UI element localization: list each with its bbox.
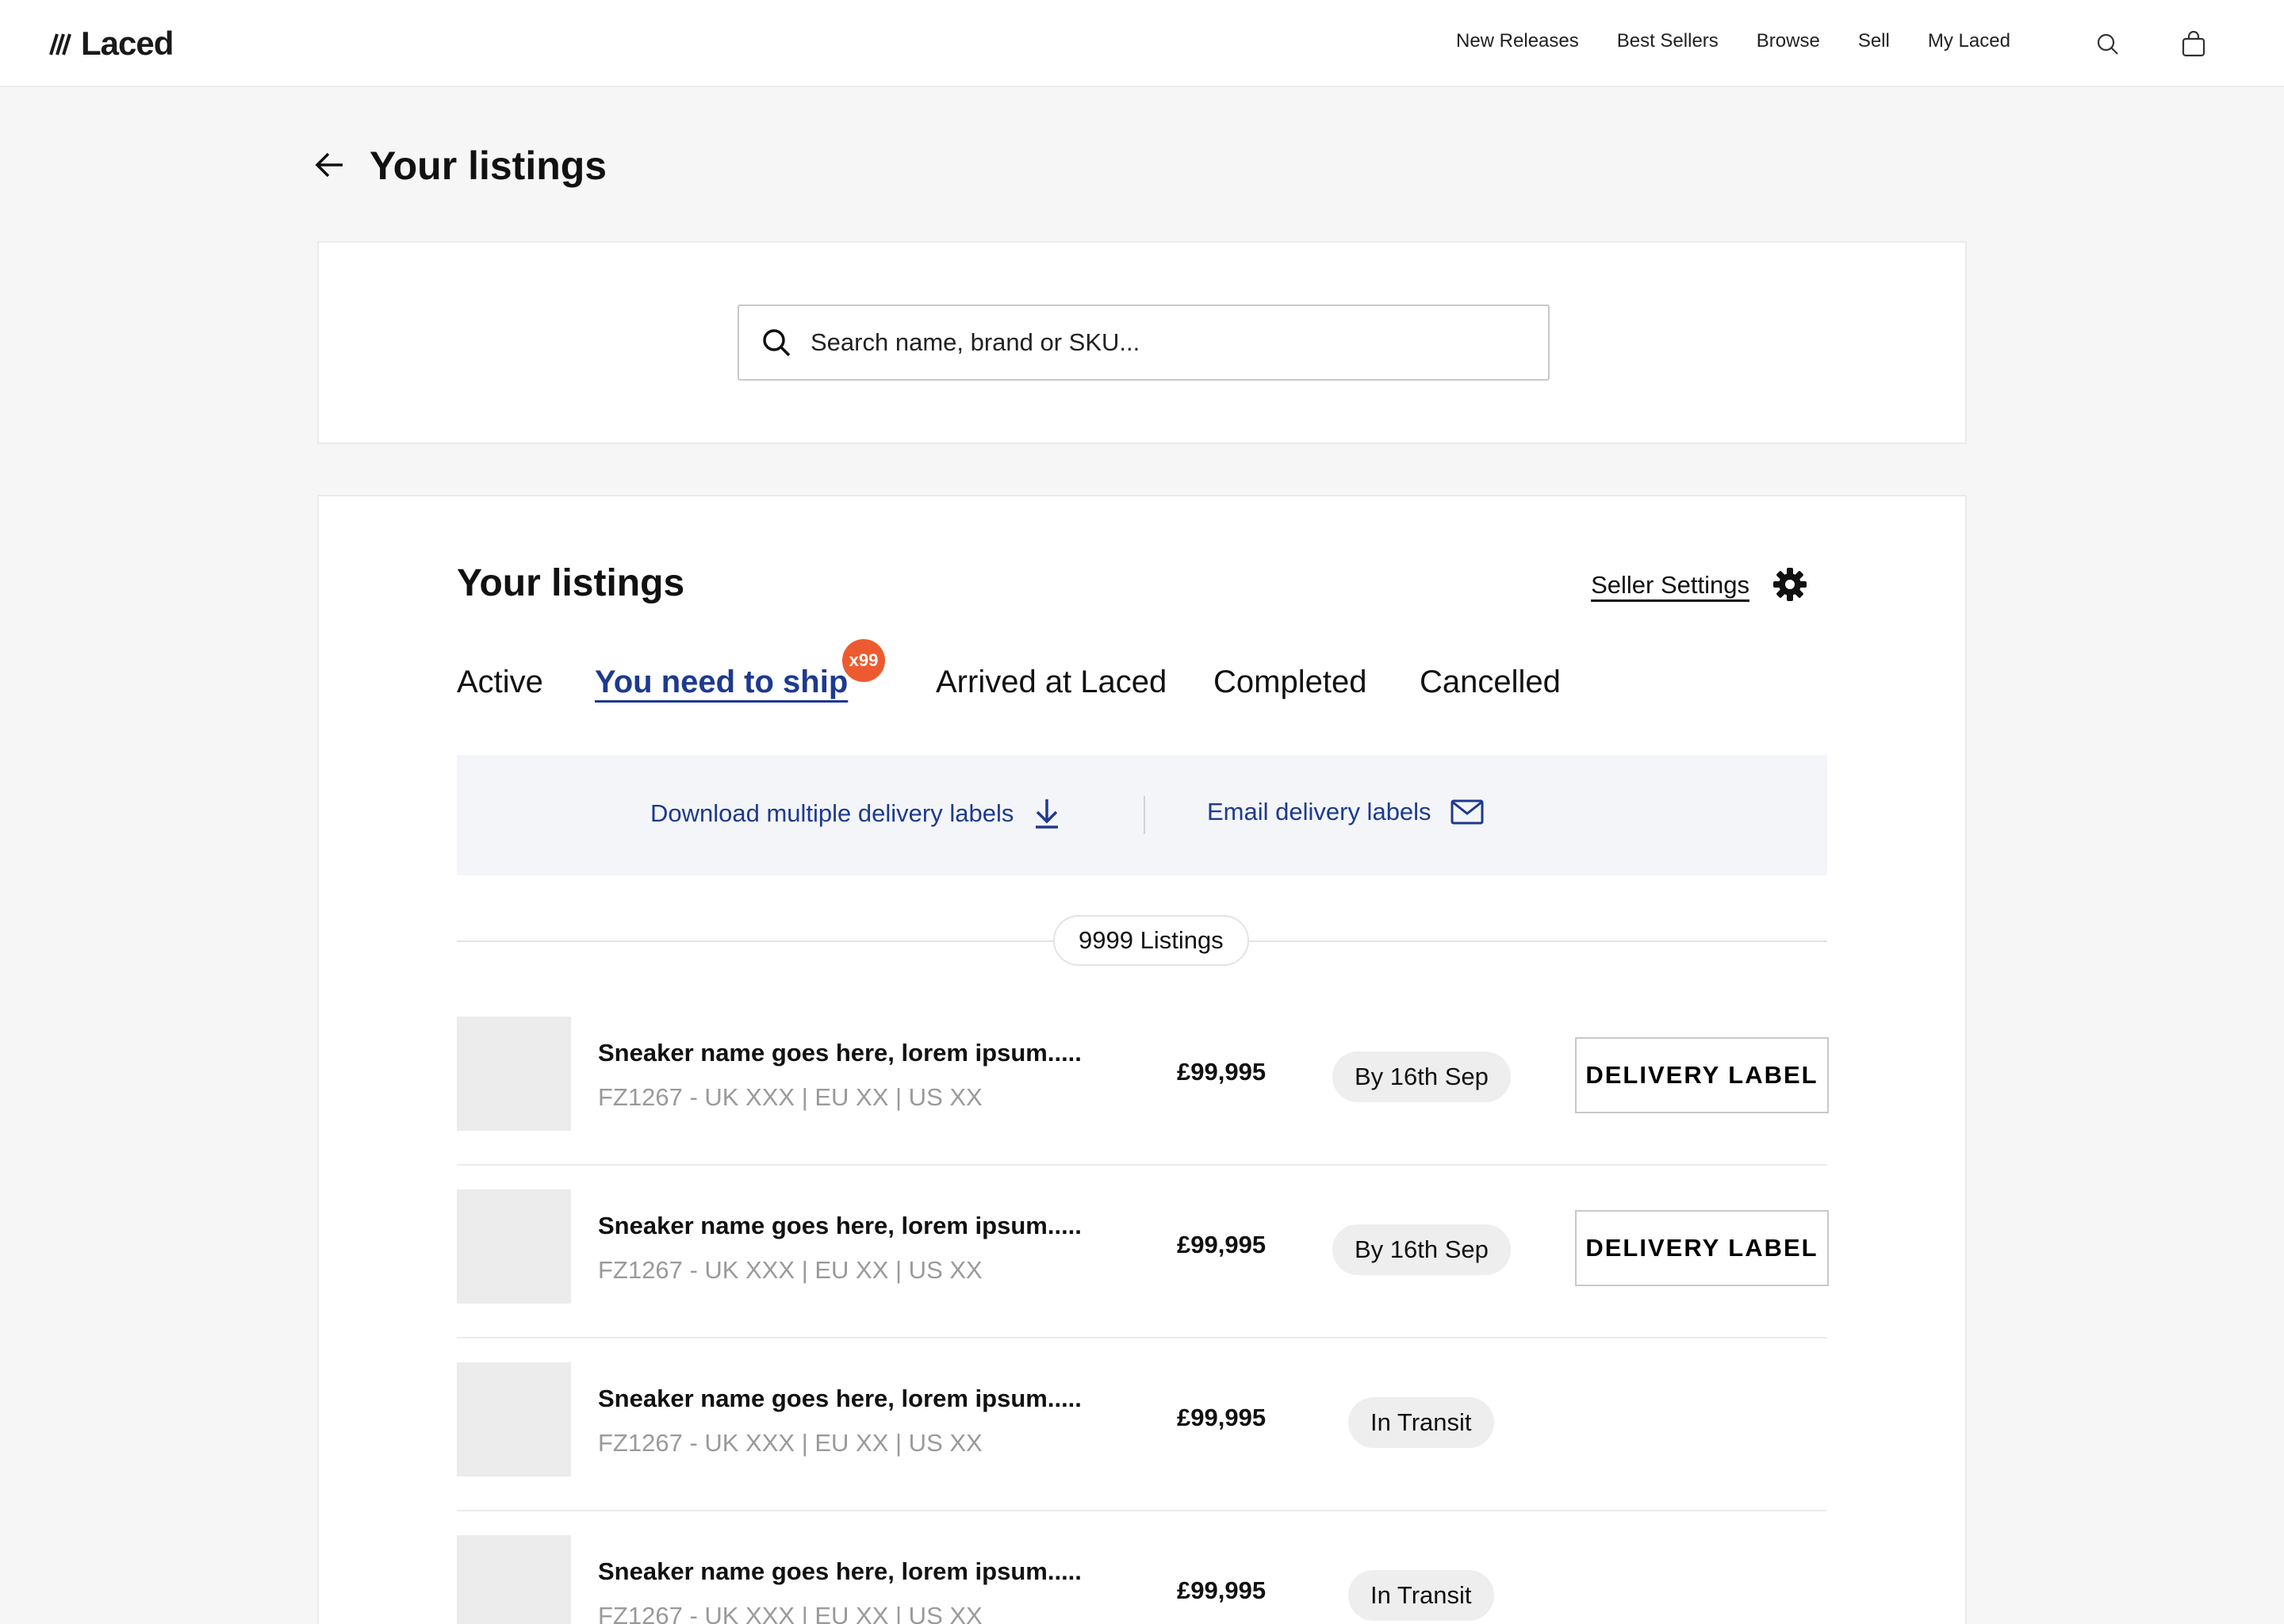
- search-input[interactable]: [811, 328, 1508, 357]
- logo-text: Laced: [81, 25, 174, 62]
- download-icon: [1036, 799, 1059, 829]
- product-thumbnail: [457, 1535, 571, 1624]
- main-nav: New Releases Best Sellers Browse Sell My…: [1456, 30, 2010, 52]
- email-labels-label: Email delivery labels: [1207, 798, 1431, 825]
- listing-row[interactable]: Sneaker name goes here, lorem ipsum.....…: [457, 1166, 1829, 1339]
- tab-you-need-to-ship[interactable]: You need to ship: [595, 665, 848, 700]
- listings-card: Your listings Seller Settings Active You…: [317, 495, 1967, 1624]
- product-thumbnail: [457, 1362, 571, 1477]
- bag-icon[interactable]: [2178, 29, 2209, 60]
- product-name: Sneaker name goes here, lorem ipsum.....: [598, 1039, 1082, 1067]
- product-price: £99,995: [1177, 1231, 1267, 1258]
- status-badge: In Transit: [1348, 1570, 1494, 1621]
- tab-arrived-at-laced[interactable]: Arrived at Laced: [936, 665, 1167, 700]
- product-thumbnail: [457, 1189, 571, 1304]
- nav-browse[interactable]: Browse: [1757, 30, 1820, 52]
- seller-settings-link[interactable]: Seller Settings: [1591, 571, 1749, 599]
- product-sku: FZ1267 - UK XXX | EU XX | US XX: [598, 1083, 983, 1111]
- back-button[interactable]: [314, 149, 349, 181]
- delivery-label-button[interactable]: DELIVERY LABEL: [1575, 1210, 1829, 1286]
- product-price: £99,995: [1177, 1404, 1267, 1431]
- product-sku: FZ1267 - UK XXX | EU XX | US XX: [598, 1429, 983, 1457]
- label-actions-bar: Download multiple delivery labels Email …: [457, 755, 1827, 875]
- tab-completed[interactable]: Completed: [1213, 665, 1366, 700]
- email-labels-button[interactable]: Email delivery labels: [1207, 798, 1484, 826]
- product-sku: FZ1267 - UK XXX | EU XX | US XX: [598, 1602, 983, 1624]
- arrow-left-icon: [315, 152, 343, 178]
- product-name: Sneaker name goes here, lorem ipsum.....: [598, 1385, 1082, 1412]
- search-icon: [761, 327, 793, 358]
- tab-active[interactable]: Active: [457, 665, 543, 700]
- page-title: Your listings: [370, 144, 607, 188]
- status-badge: In Transit: [1348, 1397, 1494, 1448]
- download-labels-label: Download multiple delivery labels: [650, 799, 1014, 827]
- product-name: Sneaker name goes here, lorem ipsum.....: [598, 1212, 1082, 1239]
- nav-best-sellers[interactable]: Best Sellers: [1617, 30, 1719, 52]
- status-badge: By 16th Sep: [1332, 1051, 1511, 1102]
- delivery-label-button[interactable]: DELIVERY LABEL: [1575, 1037, 1829, 1113]
- search-icon[interactable]: [2092, 29, 2124, 60]
- product-sku: FZ1267 - UK XXX | EU XX | US XX: [598, 1256, 983, 1284]
- status-badge: By 16th Sep: [1332, 1224, 1511, 1275]
- listing-row[interactable]: Sneaker name goes here, lorem ipsum.....…: [457, 993, 1829, 1166]
- action-divider: [1144, 796, 1145, 834]
- ship-count-badge: x99: [842, 639, 885, 682]
- nav-sell[interactable]: Sell: [1858, 30, 1890, 52]
- envelope-icon: [1450, 799, 1484, 825]
- search-card: [317, 241, 1967, 444]
- gear-icon[interactable]: [1772, 566, 1808, 603]
- product-price: £99,995: [1177, 1576, 1267, 1604]
- search-box[interactable]: [738, 304, 1550, 381]
- product-name: Sneaker name goes here, lorem ipsum.....: [598, 1557, 1082, 1585]
- laced-logo[interactable]: Laced: [49, 24, 174, 63]
- download-labels-button[interactable]: Download multiple delivery labels: [650, 798, 1061, 829]
- section-title: Your listings: [457, 562, 685, 604]
- listings-count: 9999 Listings: [1053, 915, 1249, 966]
- listing-row[interactable]: Sneaker name goes here, lorem ipsum.....…: [457, 1339, 1827, 1511]
- product-price: £99,995: [1177, 1058, 1267, 1086]
- product-thumbnail: [457, 1017, 571, 1131]
- nav-my-laced[interactable]: My Laced: [1928, 30, 2010, 52]
- listing-row[interactable]: Sneaker name goes here, lorem ipsum.....…: [457, 1511, 1827, 1624]
- nav-new-releases[interactable]: New Releases: [1456, 30, 1579, 52]
- laced-logo-mark-icon: [49, 33, 71, 56]
- tab-cancelled[interactable]: Cancelled: [1420, 665, 1561, 700]
- top-navigation-bar: Laced New Releases Best Sellers Browse S…: [0, 0, 2284, 87]
